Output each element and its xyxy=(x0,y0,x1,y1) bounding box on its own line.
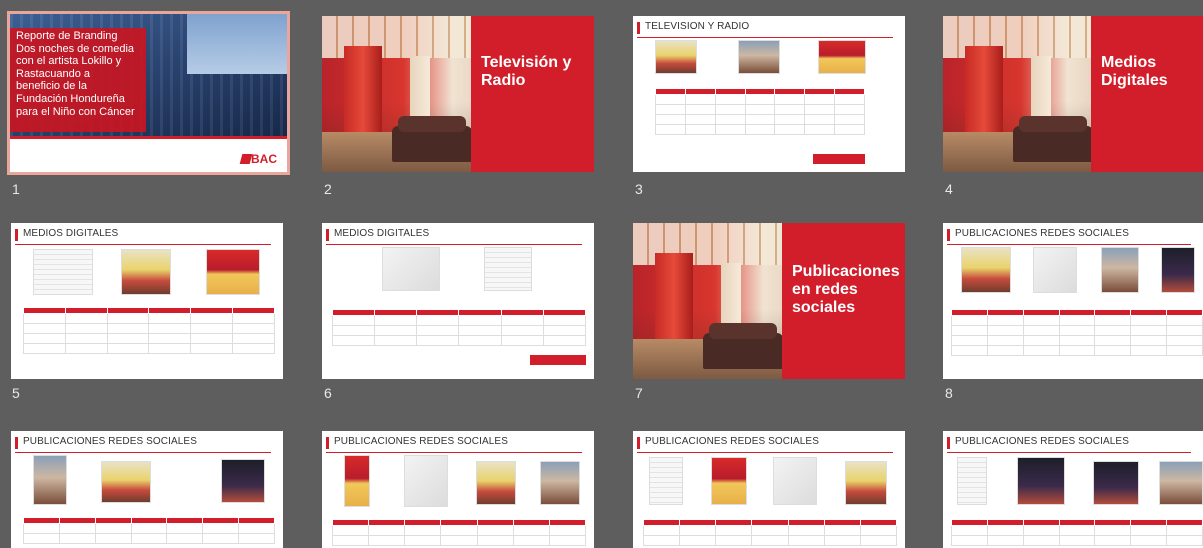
social-post-image xyxy=(221,459,265,503)
section-title: Publicaciones en redes sociales xyxy=(792,263,900,316)
slide-thumbnail[interactable]: TELEVISION Y RADIO xyxy=(633,16,905,172)
slide-title: PUBLICACIONES REDES SOCIALES xyxy=(955,436,1129,447)
web-article-image xyxy=(484,247,532,291)
social-post-image xyxy=(476,461,516,505)
slide-title: PUBLICACIONES REDES SOCIALES xyxy=(334,436,508,447)
slide-thumbnail[interactable]: Televisión y Radio xyxy=(322,16,594,172)
social-post-image xyxy=(961,247,1011,293)
slide-number: 2 xyxy=(324,181,332,197)
total-row xyxy=(813,154,865,164)
media-image xyxy=(655,40,697,74)
slide-thumbnail[interactable]: MEDIOS DIGITALES xyxy=(322,223,594,379)
media-table xyxy=(23,307,275,354)
media-image xyxy=(818,40,866,74)
social-post-image xyxy=(1093,461,1139,505)
slide-number: 4 xyxy=(945,181,953,197)
media-table xyxy=(331,519,587,546)
slide-thumbnail[interactable]: Medios Digitales xyxy=(943,16,1203,172)
social-post-image xyxy=(1101,247,1139,293)
slide-title: TELEVISION Y RADIO xyxy=(645,21,750,32)
media-table xyxy=(23,517,275,544)
media-table xyxy=(951,519,1203,546)
media-table xyxy=(642,519,898,546)
social-post-image xyxy=(711,457,747,505)
section-panel: Publicaciones en redes sociales xyxy=(782,223,905,379)
media-image xyxy=(738,40,780,74)
section-panel: Televisión y Radio xyxy=(471,16,594,172)
slide-thumbnail[interactable]: MEDIOS DIGITALES xyxy=(11,223,283,379)
slide-sorter-grid: Reporte de Branding Dos noches de comedi… xyxy=(0,0,1203,548)
title-line: beneficio de la xyxy=(16,80,87,93)
social-post-image xyxy=(1033,247,1077,293)
title-line: Rastacuando a xyxy=(16,67,90,80)
social-post-image xyxy=(540,461,580,505)
slide-number: 8 xyxy=(945,385,953,401)
social-post-image xyxy=(101,461,151,503)
web-article-image xyxy=(382,247,440,291)
media-table xyxy=(655,88,865,135)
social-post-image xyxy=(649,457,683,505)
title-line: para el Niño con Cáncer xyxy=(16,105,135,118)
slide-title: MEDIOS DIGITALES xyxy=(334,228,430,239)
media-table xyxy=(951,309,1203,356)
slide-thumbnail[interactable]: Publicaciones en redes sociales xyxy=(633,223,905,379)
slide-number: 6 xyxy=(324,385,332,401)
bac-logo: BAC xyxy=(251,152,277,166)
social-post-image xyxy=(1017,457,1065,505)
social-post-image xyxy=(845,461,887,505)
slide-thumbnail[interactable]: PUBLICACIONES REDES SOCIALES xyxy=(943,223,1203,379)
title-line: Dos noches de comedia xyxy=(16,42,135,55)
social-post-image xyxy=(33,455,67,505)
slide-thumbnail[interactable]: PUBLICACIONES REDES SOCIALES xyxy=(633,431,905,548)
slide-title: PUBLICACIONES REDES SOCIALES xyxy=(955,228,1129,239)
slide-number: 5 xyxy=(12,385,20,401)
slide-thumbnail[interactable]: PUBLICACIONES REDES SOCIALES xyxy=(943,431,1203,548)
slide-number: 1 xyxy=(12,181,20,197)
web-article-image xyxy=(121,249,171,295)
social-post-image xyxy=(1161,247,1195,293)
social-post-image xyxy=(773,457,817,505)
slide-thumbnail[interactable]: Reporte de Branding Dos noches de comedi… xyxy=(7,11,290,175)
section-title: Medios Digitales xyxy=(1101,54,1168,89)
web-article-image xyxy=(33,249,93,295)
total-row xyxy=(530,355,586,365)
social-post-image xyxy=(404,455,448,507)
title-line: con el artista Lokillo y xyxy=(16,55,122,68)
web-article-image xyxy=(206,249,260,295)
slide-number: 7 xyxy=(635,385,643,401)
social-post-image xyxy=(1159,461,1203,505)
slide-number: 3 xyxy=(635,181,643,197)
title-line: Reporte de Branding xyxy=(16,30,118,42)
slide-title: PUBLICACIONES REDES SOCIALES xyxy=(645,436,819,447)
media-table xyxy=(331,309,587,346)
section-panel: Medios Digitales xyxy=(1091,16,1203,172)
slide-title: PUBLICACIONES REDES SOCIALES xyxy=(23,436,197,447)
slide-thumbnail[interactable]: PUBLICACIONES REDES SOCIALES xyxy=(11,431,283,548)
section-title: Televisión y Radio xyxy=(481,54,572,89)
social-post-image xyxy=(344,455,370,507)
title-line: Fundación Hondureña xyxy=(16,92,125,105)
title-box: Reporte de Branding Dos noches de comedi… xyxy=(10,28,146,132)
slide-thumbnail[interactable]: PUBLICACIONES REDES SOCIALES xyxy=(322,431,594,548)
social-post-image xyxy=(957,457,987,505)
slide-title: MEDIOS DIGITALES xyxy=(23,228,119,239)
